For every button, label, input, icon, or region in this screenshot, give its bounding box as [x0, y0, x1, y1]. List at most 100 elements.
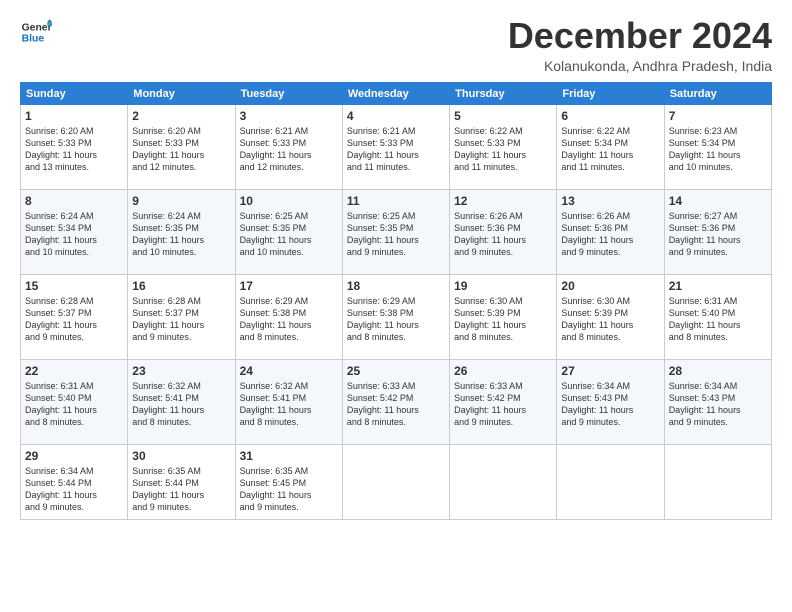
calendar-table: SundayMondayTuesdayWednesdayThursdayFrid…	[20, 82, 772, 520]
day-info-line: Sunset: 5:44 PM	[25, 477, 123, 489]
calendar-cell: 3Sunrise: 6:21 AMSunset: 5:33 PMDaylight…	[235, 104, 342, 189]
calendar-cell: 10Sunrise: 6:25 AMSunset: 5:35 PMDayligh…	[235, 189, 342, 274]
day-info-line: and 9 minutes.	[347, 246, 445, 258]
calendar-cell: 14Sunrise: 6:27 AMSunset: 5:36 PMDayligh…	[664, 189, 771, 274]
day-info-line: Sunrise: 6:32 AM	[240, 380, 338, 392]
day-info-line: Sunrise: 6:21 AM	[240, 125, 338, 137]
day-info-line: Daylight: 11 hours	[347, 149, 445, 161]
calendar-cell: 25Sunrise: 6:33 AMSunset: 5:42 PMDayligh…	[342, 359, 449, 444]
calendar-cell: 1Sunrise: 6:20 AMSunset: 5:33 PMDaylight…	[21, 104, 128, 189]
calendar-cell: 11Sunrise: 6:25 AMSunset: 5:35 PMDayligh…	[342, 189, 449, 274]
day-number: 21	[669, 278, 767, 294]
day-info-line: and 9 minutes.	[25, 331, 123, 343]
day-info-line: Sunset: 5:39 PM	[561, 307, 659, 319]
day-info-line: and 12 minutes.	[132, 161, 230, 173]
day-info-line: and 10 minutes.	[240, 246, 338, 258]
calendar-cell: 12Sunrise: 6:26 AMSunset: 5:36 PMDayligh…	[450, 189, 557, 274]
day-info-line: Sunset: 5:38 PM	[347, 307, 445, 319]
day-info-line: and 10 minutes.	[669, 161, 767, 173]
day-info-line: Sunset: 5:44 PM	[132, 477, 230, 489]
day-info-line: and 11 minutes.	[347, 161, 445, 173]
day-info-line: Sunrise: 6:31 AM	[25, 380, 123, 392]
title-block: December 2024 Kolanukonda, Andhra Prades…	[508, 16, 772, 74]
day-info-line: and 10 minutes.	[132, 246, 230, 258]
calendar-week-row: 22Sunrise: 6:31 AMSunset: 5:40 PM Dayligh…	[21, 359, 772, 444]
calendar-cell: 24Sunrise: 6:32 AMSunset: 5:41 PMDayligh…	[235, 359, 342, 444]
day-info-line: Sunrise: 6:29 AM	[347, 295, 445, 307]
day-info-line: Daylight: 11 hours	[240, 404, 338, 416]
day-info-line: and 10 minutes.	[25, 246, 123, 258]
day-info-line: Sunset: 5:35 PM	[347, 222, 445, 234]
day-info-line: Daylight: 11 hours	[132, 234, 230, 246]
day-number: 22	[25, 363, 123, 379]
day-info-line: Sunrise: 6:24 AM	[25, 210, 123, 222]
day-info-line: Sunset: 5:41 PM	[132, 392, 230, 404]
day-info-line: Sunset: 5:34 PM	[561, 137, 659, 149]
day-number: 25	[347, 363, 445, 379]
day-number: 13	[561, 193, 659, 209]
day-number: 9	[132, 193, 230, 209]
calendar-week-row: 15Sunrise: 6:28 AMSunset: 5:37 PMDayligh…	[21, 274, 772, 359]
day-number: 14	[669, 193, 767, 209]
logo-icon: General Blue	[20, 16, 52, 48]
day-info-line: and 12 minutes.	[240, 161, 338, 173]
day-info-line: Sunset: 5:36 PM	[561, 222, 659, 234]
day-info-line: Sunrise: 6:29 AM	[240, 295, 338, 307]
day-number: 16	[132, 278, 230, 294]
day-info-line: Sunset: 5:41 PM	[240, 392, 338, 404]
calendar-cell: 13Sunrise: 6:26 AMSunset: 5:36 PMDayligh…	[557, 189, 664, 274]
day-info-line: Daylight: 11 hours	[132, 149, 230, 161]
calendar-cell: 26Sunrise: 6:33 AMSunset: 5:42 PMDayligh…	[450, 359, 557, 444]
day-info-line: and 8 minutes.	[454, 331, 552, 343]
day-info-line: Daylight: 11 hours	[132, 404, 230, 416]
day-info-line: Daylight: 11 hours	[561, 404, 659, 416]
day-info-line: Sunset: 5:43 PM	[561, 392, 659, 404]
svg-text:Blue: Blue	[22, 34, 45, 45]
day-info-line: and 9 minutes.	[561, 246, 659, 258]
day-info-line: Daylight: 11 hours	[561, 234, 659, 246]
day-info-line: Sunrise: 6:33 AM	[454, 380, 552, 392]
calendar-cell: 6Sunrise: 6:22 AMSunset: 5:34 PMDaylight…	[557, 104, 664, 189]
day-info-line: and 8 minutes.	[347, 416, 445, 428]
calendar-cell	[664, 444, 771, 519]
day-number: 10	[240, 193, 338, 209]
day-number: 7	[669, 108, 767, 124]
day-info-line: Sunset: 5:43 PM	[669, 392, 767, 404]
day-info-line: Sunrise: 6:26 AM	[561, 210, 659, 222]
calendar-cell: 31Sunrise: 6:35 AMSunset: 5:45 PMDayligh…	[235, 444, 342, 519]
calendar-cell: 17Sunrise: 6:29 AMSunset: 5:38 PMDayligh…	[235, 274, 342, 359]
day-info-line: Sunset: 5:34 PM	[25, 222, 123, 234]
day-info-line: Daylight: 11 hours	[561, 149, 659, 161]
day-info-line: and 8 minutes.	[561, 331, 659, 343]
day-info-line: Daylight: 11 hours	[25, 234, 123, 246]
day-number: 2	[132, 108, 230, 124]
day-info-line: Sunset: 5:37 PM	[132, 307, 230, 319]
calendar-header-friday: Friday	[557, 82, 664, 104]
day-info-line: and 8 minutes.	[669, 331, 767, 343]
day-number: 30	[132, 448, 230, 464]
calendar-week-row: 29Sunrise: 6:34 AMSunset: 5:44 PMDayligh…	[21, 444, 772, 519]
day-info-line: and 8 minutes.	[25, 416, 123, 428]
day-number: 24	[240, 363, 338, 379]
day-number: 17	[240, 278, 338, 294]
day-info-line: Daylight: 11 hours	[561, 319, 659, 331]
day-info-line: Sunrise: 6:30 AM	[561, 295, 659, 307]
day-info-line: Sunrise: 6:25 AM	[347, 210, 445, 222]
day-info-line: Sunset: 5:33 PM	[454, 137, 552, 149]
calendar-header-tuesday: Tuesday	[235, 82, 342, 104]
day-info-line: Sunset: 5:40 PM	[25, 392, 123, 404]
day-info-line: Sunset: 5:45 PM	[240, 477, 338, 489]
calendar-header-sunday: Sunday	[21, 82, 128, 104]
day-number: 1	[25, 108, 123, 124]
day-info-line: Daylight: 11 hours	[347, 234, 445, 246]
calendar-cell: 15Sunrise: 6:28 AMSunset: 5:37 PMDayligh…	[21, 274, 128, 359]
day-info-line: Sunrise: 6:28 AM	[25, 295, 123, 307]
day-info-line: Sunset: 5:33 PM	[240, 137, 338, 149]
calendar-cell: 9Sunrise: 6:24 AMSunset: 5:35 PMDaylight…	[128, 189, 235, 274]
day-info-line: and 8 minutes.	[240, 331, 338, 343]
day-number: 19	[454, 278, 552, 294]
day-info-line: Daylight: 11 hours	[25, 319, 123, 331]
logo: General Blue	[20, 16, 52, 48]
day-number: 18	[347, 278, 445, 294]
day-number: 23	[132, 363, 230, 379]
